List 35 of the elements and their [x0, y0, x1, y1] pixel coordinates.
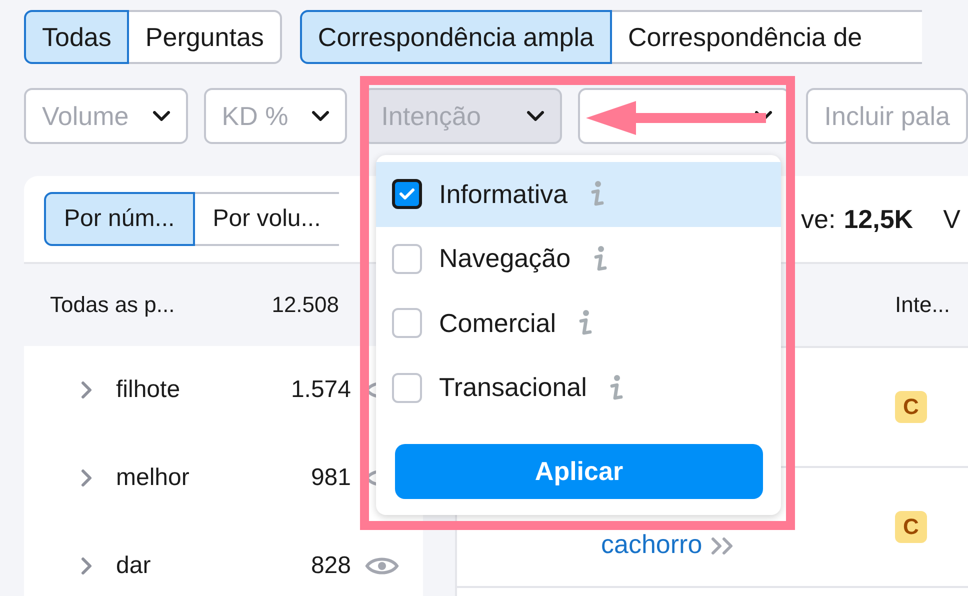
intent-badge: C: [895, 511, 927, 543]
keyword-link[interactable]: cachorro: [601, 529, 702, 559]
chevron-right-icon: [80, 468, 94, 488]
group-count: 828: [310, 552, 351, 580]
info-icon: [608, 374, 623, 402]
intent-badge: C: [895, 391, 927, 423]
group-label[interactable]: dar: [116, 552, 311, 580]
summary-label: V: [943, 204, 960, 234]
tab[interactable]: Correspondência ampla: [300, 10, 612, 64]
checkmark-icon: [399, 188, 415, 200]
column-header[interactable]: Inte...: [895, 292, 950, 318]
tab[interactable]: Todas: [24, 10, 130, 64]
chevron-down-icon: [312, 111, 330, 121]
group-count: 1.574: [290, 376, 351, 404]
info-icon: [592, 244, 607, 273]
info-icon: [578, 309, 592, 338]
group-count: 981: [310, 464, 351, 492]
sort-tab[interactable]: Por volu...: [194, 192, 339, 246]
summary-label: ve:: [801, 204, 836, 234]
tab[interactable]: Correspondência de: [612, 10, 922, 64]
tab[interactable]: Perguntas: [129, 10, 282, 64]
intent-option[interactable]: Transacional: [376, 356, 781, 420]
checkbox[interactable]: [392, 179, 422, 210]
chevron-down-icon: [152, 111, 170, 121]
group-label[interactable]: melhor: [116, 464, 311, 492]
chevron-down-icon: [527, 111, 544, 121]
group-label[interactable]: filhote: [116, 376, 291, 404]
sort-tab[interactable]: Por núm...: [44, 192, 195, 246]
group-count: 12.508: [272, 292, 339, 318]
summary-value: 12,5K: [844, 204, 914, 234]
group-label: Todas as p...: [50, 292, 176, 318]
intent-option[interactable]: Informativa: [376, 162, 781, 226]
chevron-right-icon: [80, 556, 94, 576]
info-icon: [590, 180, 604, 208]
chevron-right-icon: [80, 380, 94, 400]
